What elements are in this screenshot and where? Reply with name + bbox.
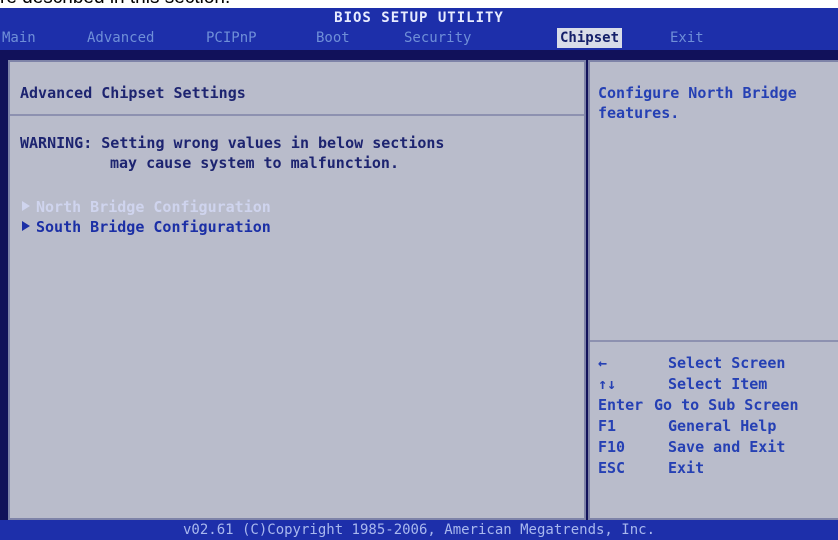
tab-exit[interactable]: Exit xyxy=(670,28,704,48)
entry-label: South Bridge Configuration xyxy=(36,218,271,236)
help-panel: Configure North Bridge features. ← Select… xyxy=(588,60,838,520)
submenu-arrow-icon xyxy=(22,221,30,231)
left-arrow-icon: ← xyxy=(598,354,608,372)
key-hint-exit: ESC Exit xyxy=(598,459,705,477)
menu-bar: Main Advanced PCIPnP Boot Security Chips… xyxy=(0,26,838,50)
key-hint-save-exit: F10 Save and Exit xyxy=(598,438,786,456)
page-caption: re described in this section. xyxy=(0,0,838,8)
menu-entry-south-bridge[interactable]: South Bridge Configuration xyxy=(22,218,271,236)
heading-divider xyxy=(10,114,584,116)
section-heading: Advanced Chipset Settings xyxy=(20,84,246,102)
key-hint-enter: Enter Go to Sub Screen xyxy=(598,396,799,414)
submenu-arrow-icon xyxy=(22,201,30,211)
bios-screen: BIOS SETUP UTILITY Main Advanced PCIPnP … xyxy=(0,8,838,540)
key-hint-help: F1 General Help xyxy=(598,417,777,435)
tab-boot[interactable]: Boot xyxy=(316,28,350,48)
help-text-line-2: features. xyxy=(598,104,680,122)
key-hint-select-screen: ← Select Screen xyxy=(598,354,786,372)
tab-chipset[interactable]: Chipset xyxy=(557,28,623,48)
tab-main[interactable]: Main xyxy=(2,28,36,48)
settings-panel: Advanced Chipset Settings WARNING: Setti… xyxy=(8,60,586,520)
copyright-bar: v02.61 (C)Copyright 1985-2006, American … xyxy=(0,520,838,540)
tab-pcipnp[interactable]: PCIPnP xyxy=(206,28,257,48)
help-divider xyxy=(590,340,838,342)
tab-security[interactable]: Security xyxy=(404,28,471,48)
help-text-line-1: Configure North Bridge xyxy=(598,84,797,102)
up-down-arrow-icon: ↑↓ xyxy=(598,375,617,393)
entry-label: North Bridge Configuration xyxy=(36,198,271,216)
warning-text-line-1: WARNING: Setting wrong values in below s… xyxy=(20,134,445,152)
key-hint-select-item: ↑↓ Select Item xyxy=(598,375,768,393)
tab-advanced[interactable]: Advanced xyxy=(87,28,154,48)
warning-text-line-2: may cause system to malfunction. xyxy=(110,154,399,172)
menu-entry-north-bridge[interactable]: North Bridge Configuration xyxy=(22,198,271,216)
window-title: BIOS SETUP UTILITY xyxy=(0,8,838,26)
